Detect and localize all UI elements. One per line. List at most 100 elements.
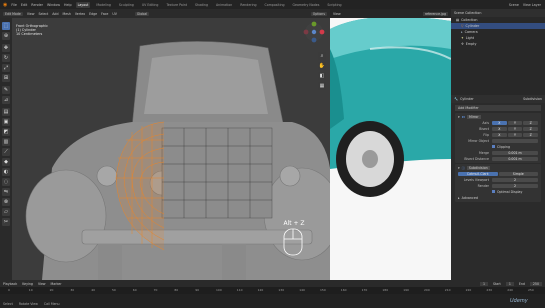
outliner-title: Scene Collection [454, 11, 482, 15]
tab-compositing[interactable]: Compositing [263, 2, 287, 8]
view-layer-selector[interactable]: View Layer [523, 3, 545, 7]
scene-selector[interactable]: Scene [509, 3, 519, 7]
rip-icon[interactable]: ✂ [2, 218, 10, 226]
tab-geometry-nodes[interactable]: Geometry Nodes [291, 2, 322, 8]
advanced-subpanel[interactable]: ▸ Advanced [455, 195, 541, 201]
cursor-icon[interactable]: ⊕ [2, 32, 10, 40]
menu-edit[interactable]: Edit [21, 3, 27, 7]
axis-z-toggle[interactable]: Z [523, 120, 539, 126]
scale-icon[interactable]: ⤢ [2, 64, 10, 72]
axis-x-toggle[interactable]: X [492, 120, 507, 126]
tab-sculpting[interactable]: Sculpting [117, 2, 136, 8]
bisect-y-toggle[interactable]: Y [507, 126, 523, 132]
annotate-icon[interactable]: ✎ [2, 86, 10, 94]
subdivision-name-field[interactable]: Subdivision [466, 166, 490, 170]
edge-slide-icon[interactable]: ⇋ [2, 188, 10, 196]
status-call-menu: Call Menu [43, 302, 60, 306]
flip-x-toggle[interactable]: X [492, 132, 507, 138]
timeline-tick-label: 140 [299, 288, 305, 292]
render-levels-field[interactable]: 2 [492, 183, 538, 189]
menu-view[interactable]: View [27, 12, 35, 16]
extrude-icon[interactable]: ▤ [2, 108, 10, 116]
menu-playback[interactable]: Playback [3, 282, 17, 286]
image-name[interactable]: reference.jpg [422, 11, 448, 16]
mode-selector[interactable]: Edit Mode [3, 11, 23, 16]
menu-window[interactable]: Window [47, 3, 60, 7]
tab-layout[interactable]: Layout [75, 1, 91, 8]
bevel-icon[interactable]: ◩ [2, 128, 10, 136]
knife-icon[interactable]: ⟋ [2, 148, 10, 156]
flip-y-toggle[interactable]: Y [507, 132, 523, 138]
levels-viewport-field[interactable]: 2 [492, 177, 538, 183]
camera-icon[interactable]: ◧ [318, 72, 326, 80]
timeline-ruler[interactable]: 0 10 20 30 40 50 60 70 80 90 100 110 120 130 140 150 160… [0, 287, 545, 294]
menu-render[interactable]: Render [31, 3, 43, 7]
menu-file[interactable]: File [11, 3, 17, 7]
poly-build-icon[interactable]: ◆ [2, 158, 10, 166]
mirror-object-field[interactable] [492, 138, 538, 144]
catmull-clark-button[interactable]: Catmull-Clark [458, 171, 498, 177]
menu-mesh[interactable]: Mesh [62, 12, 70, 16]
timeline-tick-label: 150 [320, 288, 326, 292]
flip-z-toggle[interactable]: Z [523, 132, 539, 138]
menu-help[interactable]: Help [64, 3, 72, 7]
tab-texture-paint[interactable]: Texture Paint [164, 2, 189, 8]
measure-icon[interactable]: ⊿ [2, 96, 10, 104]
end-frame-field[interactable]: 250 [529, 281, 542, 286]
menu-add[interactable]: Add [52, 12, 58, 16]
menu-keying[interactable]: Keying [22, 282, 33, 286]
bisect-z-toggle[interactable]: Z [523, 126, 539, 132]
add-modifier-button[interactable]: Add Modifier [455, 105, 541, 111]
pan-icon[interactable]: ✋ [318, 62, 326, 70]
clipping-checkbox[interactable] [492, 145, 495, 148]
bisect-x-toggle[interactable]: X [492, 126, 507, 132]
menu-marker[interactable]: Marker [51, 282, 62, 286]
tab-uv-editing[interactable]: UV Editing [140, 2, 161, 8]
move-icon[interactable]: ✥ [2, 44, 10, 52]
current-frame-field[interactable]: 1 [479, 281, 489, 286]
timeline-tick-label: 30 [70, 288, 75, 292]
loop-cut-icon[interactable]: ▥ [2, 138, 10, 146]
tab-modeling[interactable]: Modeling [94, 2, 113, 8]
menu-face[interactable]: Face [101, 12, 108, 16]
image-editor[interactable] [330, 9, 451, 280]
navigation-gizmo[interactable] [302, 20, 326, 50]
axis-y-toggle[interactable]: Y [507, 120, 523, 126]
merge-distance-field[interactable]: 0.001 m [492, 150, 538, 156]
start-frame-field[interactable]: 1 [505, 281, 514, 286]
select-box-icon[interactable]: ⬚ [2, 22, 10, 30]
tab-scripting[interactable]: Scripting [325, 2, 343, 8]
grid-icon[interactable]: ▦ [318, 82, 326, 90]
shear-icon[interactable]: ▱ [2, 208, 10, 216]
blender-logo-icon[interactable]: ◉ [3, 2, 7, 8]
options-dropdown[interactable]: Options [310, 11, 327, 16]
levels-viewport-label: Levels Viewport [463, 178, 489, 182]
add-modifier-label: Add Modifier [458, 106, 479, 110]
tab-rendering[interactable]: Rendering [238, 2, 258, 8]
tab-animation[interactable]: Animation [214, 2, 234, 8]
mirror-name-field[interactable]: Mirror [466, 115, 481, 119]
menu-select[interactable]: Select [38, 12, 48, 16]
bisect-distance-field[interactable]: 0.001 m [492, 156, 538, 162]
tool-shelf: ⬚ ⊕ ✥ ↻ ⤢ ⊞ ✎ ⊿ ▤ ▣ ◩ ▥ ⟋ ◆ ◐ ◌ ⇋ ⊗ ▱ ✂ [0, 18, 12, 280]
menu-vertex[interactable]: Vertex [75, 12, 85, 16]
shrink-icon[interactable]: ⊗ [2, 198, 10, 206]
menu-timeline-view[interactable]: View [38, 282, 46, 286]
menu-uv[interactable]: UV [112, 12, 117, 16]
menu-edge[interactable]: Edge [89, 12, 97, 16]
timeline-tick-label: 210 [444, 288, 451, 292]
timeline-tick-label: 220 [465, 288, 472, 292]
rotate-icon[interactable]: ↻ [2, 54, 10, 62]
outliner-item-empty[interactable]: ✣ Empty [451, 41, 545, 47]
spin-icon[interactable]: ◐ [2, 168, 10, 176]
smooth-icon[interactable]: ◌ [2, 178, 10, 186]
zoom-icon[interactable]: ⌕ [318, 52, 326, 60]
simple-button[interactable]: Simple [498, 171, 538, 177]
optimal-display-checkbox[interactable] [492, 190, 495, 193]
inset-icon[interactable]: ▣ [2, 118, 10, 126]
transform-orientation[interactable]: Global [134, 11, 150, 16]
image-view-menu[interactable]: View [333, 12, 341, 16]
subdivision-icon: ◫ [461, 166, 465, 170]
tab-shading[interactable]: Shading [193, 2, 210, 8]
transform-icon[interactable]: ⊞ [2, 74, 10, 82]
